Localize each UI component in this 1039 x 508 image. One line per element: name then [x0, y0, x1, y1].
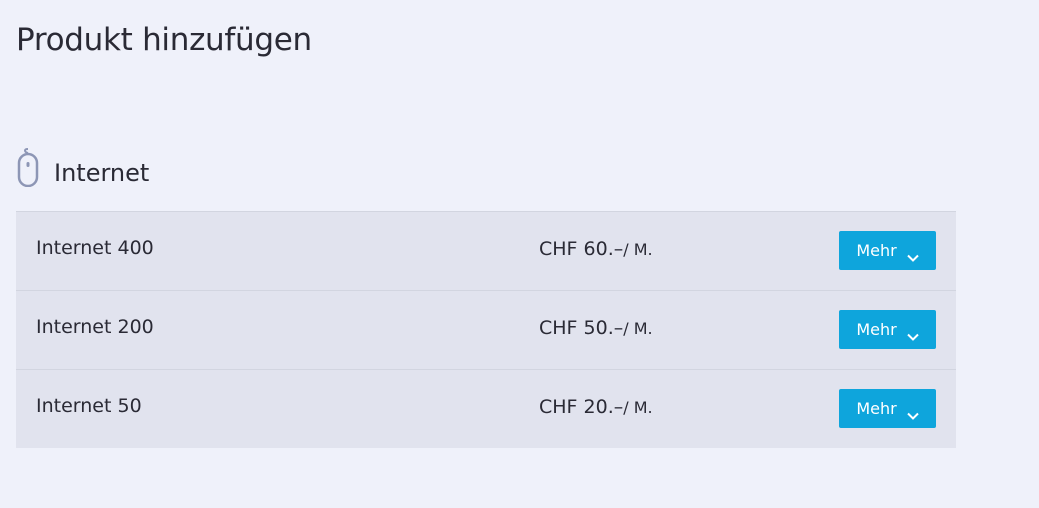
- price-period: / M.: [623, 398, 653, 417]
- price-amount: CHF 20.–: [539, 396, 624, 418]
- product-name: Internet 400: [36, 237, 154, 259]
- chevron-down-icon: [906, 247, 919, 262]
- price-period: / M.: [623, 319, 653, 338]
- price-period: / M.: [623, 240, 653, 259]
- page: Produkt hinzufügen Internet Internet 400…: [0, 0, 1039, 508]
- section-header: Internet: [16, 145, 149, 189]
- chevron-down-icon: [906, 405, 919, 420]
- more-button-label: Mehr: [856, 241, 897, 260]
- price-amount: CHF 50.–: [539, 317, 624, 339]
- product-row-internet-400: Internet 400 CHF 60.–/ M. Mehr: [16, 212, 956, 291]
- mouse-icon: [16, 147, 40, 188]
- more-button-label: Mehr: [856, 399, 897, 418]
- product-name: Internet 50: [36, 395, 142, 417]
- more-button-label: Mehr: [856, 320, 897, 339]
- price-amount: CHF 60.–: [539, 238, 624, 260]
- page-title: Produkt hinzufügen: [16, 22, 312, 58]
- product-price: CHF 60.–/ M.: [539, 238, 653, 260]
- product-price: CHF 20.–/ M.: [539, 396, 653, 418]
- section-title: Internet: [54, 159, 150, 187]
- product-row-internet-50: Internet 50 CHF 20.–/ M. Mehr: [16, 370, 956, 448]
- product-name: Internet 200: [36, 316, 154, 338]
- more-button[interactable]: Mehr: [839, 389, 936, 428]
- chevron-down-icon: [906, 326, 919, 341]
- product-list: Internet 400 CHF 60.–/ M. Mehr Internet …: [16, 211, 956, 448]
- product-price: CHF 50.–/ M.: [539, 317, 653, 339]
- more-button[interactable]: Mehr: [839, 231, 936, 270]
- more-button[interactable]: Mehr: [839, 310, 936, 349]
- product-row-internet-200: Internet 200 CHF 50.–/ M. Mehr: [16, 291, 956, 370]
